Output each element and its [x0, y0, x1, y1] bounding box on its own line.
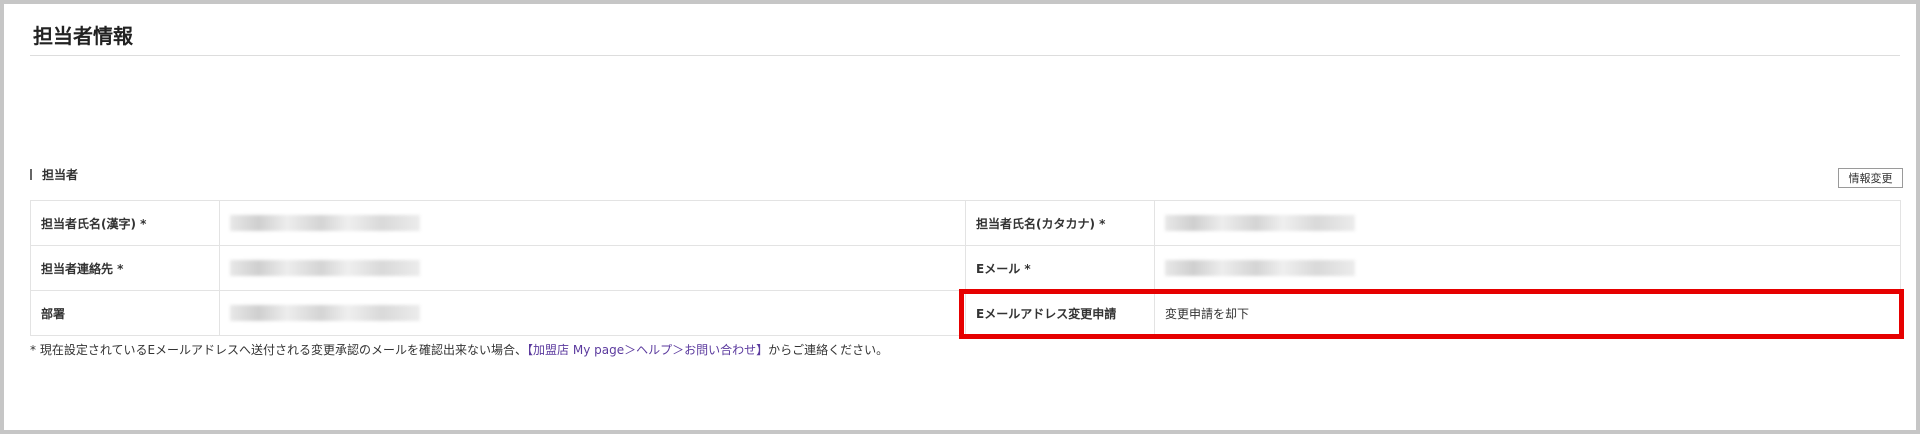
name-katakana-label: 担当者氏名(カタカナ) *	[965, 200, 1155, 246]
page-title: 担当者情報	[33, 24, 133, 48]
email-change-request-status: 変更申請を却下	[1154, 290, 1901, 336]
contact-info-table: 担当者氏名(漢字) * 担当者氏名(カタカナ) * 担当者連絡先 * Eメール …	[30, 200, 1901, 336]
note-prefix: * 現在設定されているEメールアドレスへ送付される変更承認のメールを確認出来ない…	[30, 343, 528, 357]
redacted-text	[1165, 260, 1355, 276]
table-row: 部署 Eメールアドレス変更申請 変更申請を却下	[30, 290, 1901, 336]
email-label: Eメール *	[965, 245, 1155, 291]
email-value	[1154, 245, 1901, 291]
name-katakana-value	[1154, 200, 1901, 246]
redacted-text	[230, 260, 420, 276]
note-suffix: からご連絡ください。	[768, 343, 889, 357]
section-header: 担当者	[30, 166, 78, 183]
contact-phone-value	[219, 245, 966, 291]
section-marker-icon	[30, 169, 32, 180]
table-row: 担当者連絡先 * Eメール *	[30, 245, 1901, 291]
help-note: * 現在設定されているEメールアドレスへ送付される変更承認のメールを確認出来ない…	[30, 341, 888, 358]
department-label: 部署	[30, 290, 220, 336]
section-title: 担当者	[42, 168, 79, 182]
edit-info-button[interactable]: 情報変更	[1838, 168, 1903, 188]
title-divider	[30, 55, 1900, 56]
redacted-text	[230, 215, 420, 231]
department-value	[219, 290, 966, 336]
email-change-request-label: Eメールアドレス変更申請	[965, 290, 1155, 336]
inquiry-link[interactable]: 【加盟店 My page＞ヘルプ＞お問い合わせ】	[527, 343, 768, 357]
redacted-text	[230, 305, 420, 321]
table-row: 担当者氏名(漢字) * 担当者氏名(カタカナ) *	[30, 200, 1901, 246]
contact-phone-label: 担当者連絡先 *	[30, 245, 220, 291]
name-kanji-label: 担当者氏名(漢字) *	[30, 200, 220, 246]
redacted-text	[1165, 215, 1355, 231]
name-kanji-value	[219, 200, 966, 246]
